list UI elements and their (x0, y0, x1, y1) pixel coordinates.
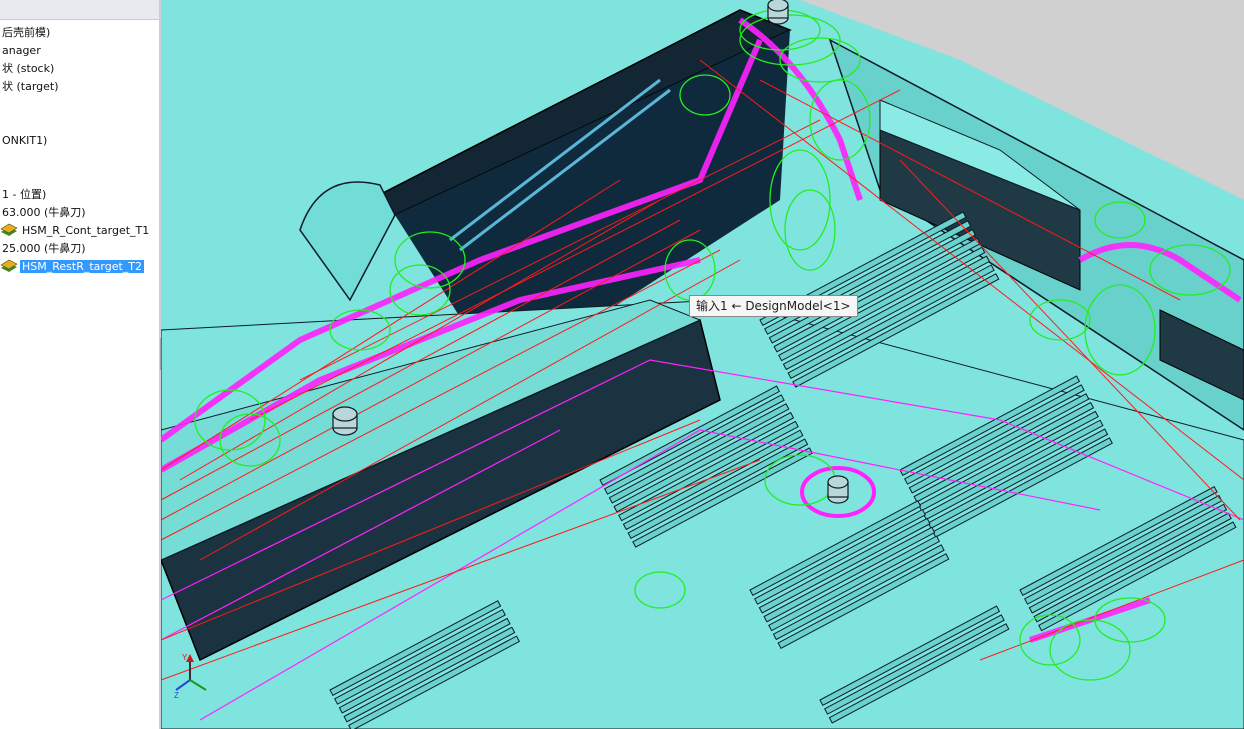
tree-item-part[interactable]: 后壳前模) (0, 24, 52, 42)
svg-text:Y: Y (182, 653, 188, 662)
tree-item-label: 状 (target) (2, 80, 59, 93)
axis-triad-icon: Y Z (174, 653, 207, 700)
selection-tooltip: 输入1 ← DesignModel<1> (689, 295, 858, 317)
tree-item-label: HSM_R_Cont_target_T1 (22, 224, 150, 237)
feature-tree-panel: 后壳前模) anager 状 (stock) 状 (target) ONKIT1… (0, 0, 160, 729)
tree-item-stock[interactable]: 状 (stock) (0, 60, 56, 78)
tree-item-manager[interactable]: anager (0, 42, 43, 60)
svg-text:Z: Z (174, 691, 179, 700)
3d-viewport[interactable]: 输入1 ← DesignModel<1> (161, 0, 1244, 729)
tree-item-kit[interactable]: ONKIT1) (0, 132, 49, 150)
tree-item-label: 1 - 位置) (2, 188, 47, 201)
tree-item-label: anager (2, 44, 41, 57)
operation-icon (0, 259, 18, 272)
tree-item-label: HSM_RestR_target_T2 (18, 259, 146, 274)
tree-item-label: ONKIT1) (2, 134, 48, 147)
tree-item-operation-1[interactable]: HSM_R_Cont_target_T1 (0, 222, 151, 240)
tree-item-label: 63.000 (牛鼻刀) (2, 206, 86, 219)
tree-item-target[interactable]: 状 (target) (0, 78, 61, 96)
tree-panel-header (0, 0, 159, 20)
tree-item-label: 25.000 (牛鼻刀) (2, 242, 86, 255)
operation-icon (0, 223, 18, 236)
tree-item-label: 后壳前模) (2, 26, 51, 39)
tree-item-tool-1[interactable]: 63.000 (牛鼻刀) (0, 204, 88, 222)
tree-item-tool-2[interactable]: 25.000 (牛鼻刀) (0, 240, 88, 258)
model-render (161, 0, 1244, 729)
tree-item-setup[interactable]: 1 - 位置) (0, 186, 48, 204)
tree-item-label: 状 (stock) (2, 62, 55, 75)
tree-item-operation-2[interactable]: HSM_RestR_target_T2 (0, 258, 146, 276)
